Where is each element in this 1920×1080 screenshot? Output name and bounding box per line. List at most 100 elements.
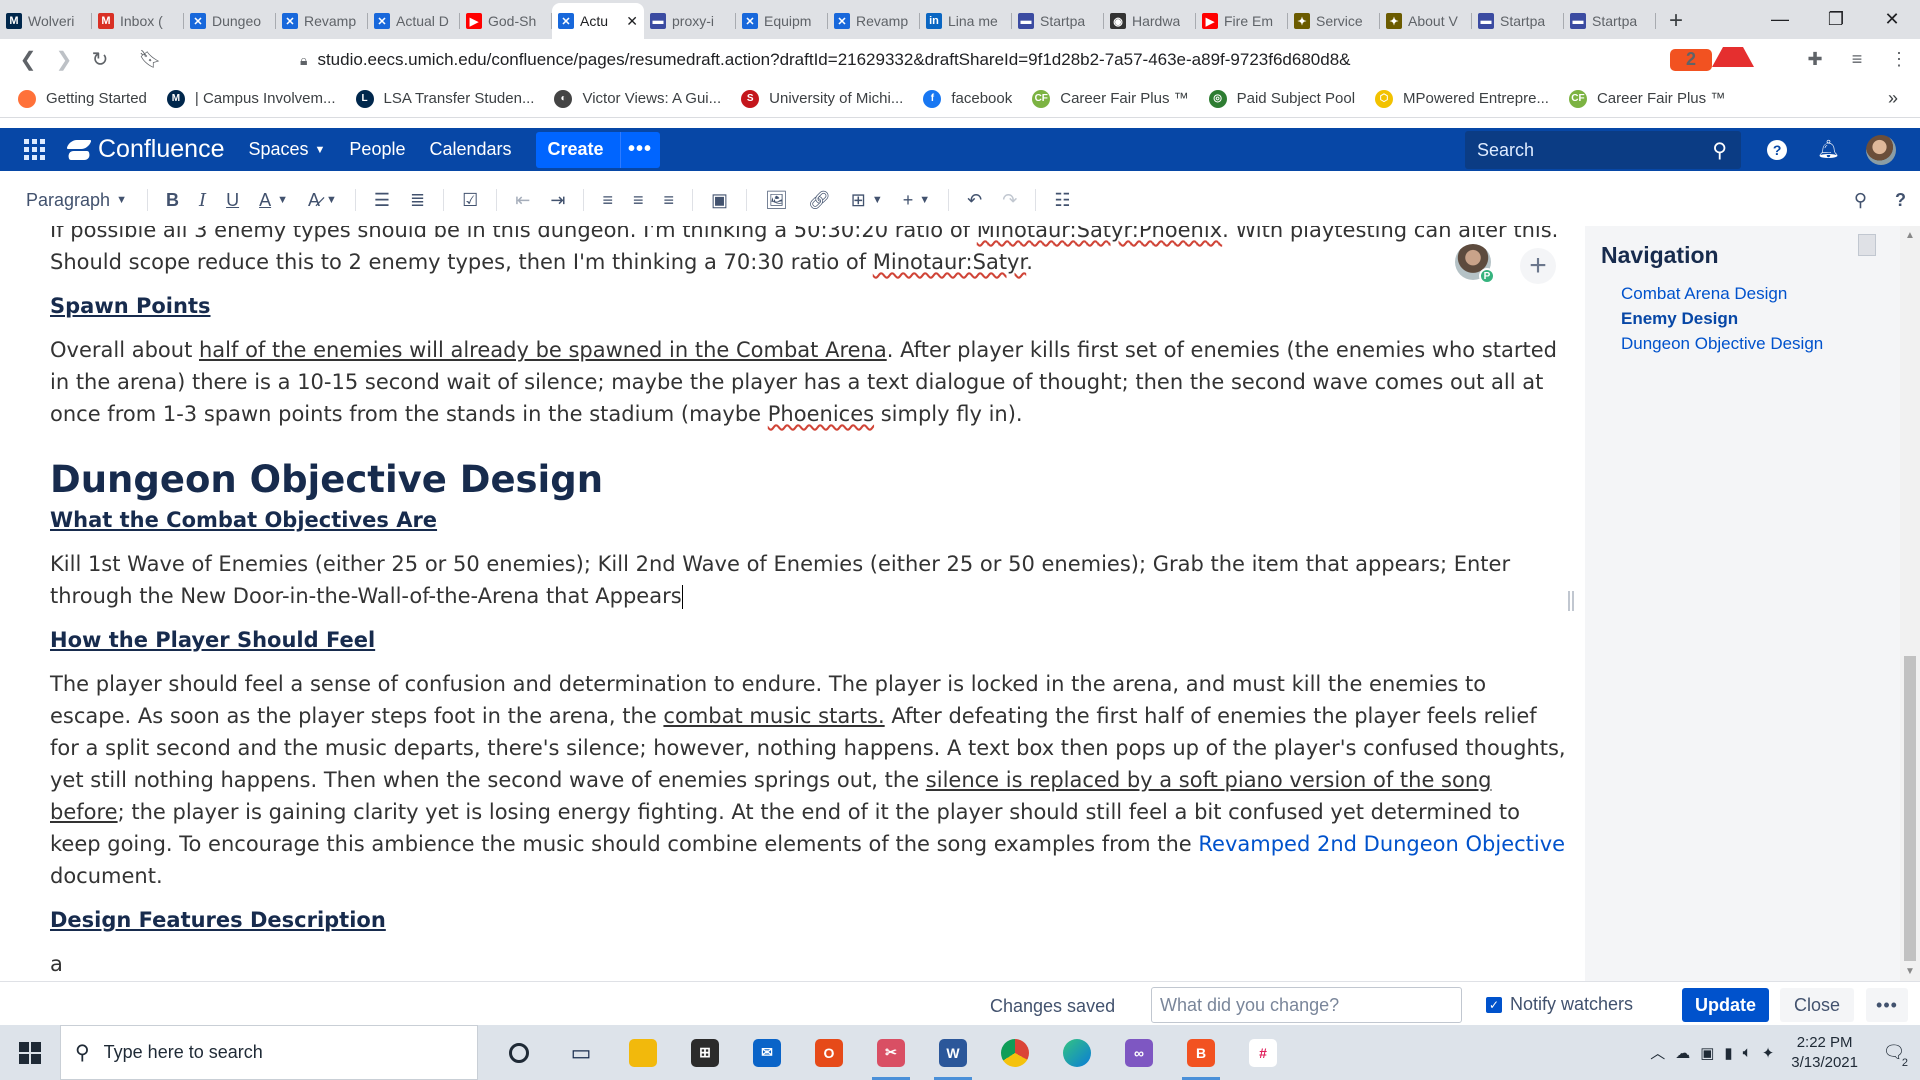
browser-menu-icon[interactable]: ⋮ (1878, 49, 1920, 70)
insert-image-icon[interactable]: 🖼︎ (765, 190, 788, 211)
bookmark-item[interactable]: S University of Michi... (741, 89, 903, 108)
spellcheck-word[interactable]: Minotaur:Satyr:Phoenix (977, 226, 1222, 242)
editor-area[interactable]: If possible all 3 enemy types should be … (0, 226, 1585, 981)
panel-scroll-indicator[interactable] (1858, 234, 1876, 256)
forward-icon[interactable]: ❯ (46, 47, 82, 72)
page-layout-icon[interactable]: ▣ (711, 190, 728, 211)
browser-tab[interactable]: ✕ Revamp (828, 3, 920, 39)
volume-icon[interactable]: 🔈︎ (1743, 1044, 1752, 1061)
bookmark-item[interactable]: f facebook (923, 89, 1012, 108)
back-icon[interactable]: ❮ (10, 47, 46, 72)
task-list-icon[interactable]: ☑ (462, 190, 478, 211)
spellcheck-word[interactable]: Phoenices (768, 402, 874, 426)
more-options-button[interactable]: ••• (1866, 988, 1908, 1022)
browser-tab[interactable]: ✕ Dungeo (184, 3, 276, 39)
store-icon[interactable]: ⊞ (674, 1025, 736, 1080)
text-color-icon[interactable]: A ▼ (259, 190, 288, 211)
new-tab-button[interactable]: + (1656, 3, 1696, 39)
address-bar[interactable]: 🔒︎ studio.eecs.umich.edu/confluence/page… (300, 47, 1351, 73)
file-explorer-icon[interactable] (612, 1025, 674, 1080)
bookmark-item[interactable]: ◐ Victor Views: A Gui... (554, 89, 721, 108)
reading-list-icon[interactable]: ≡ (1836, 49, 1878, 70)
scrollbar-thumb[interactable] (1904, 656, 1916, 961)
browser-tab[interactable]: ▬ Startpa (1012, 3, 1104, 39)
device-icon[interactable]: ▣ (1700, 1044, 1714, 1062)
reload-icon[interactable]: ↻ (82, 47, 118, 72)
scroll-up-icon[interactable]: ▲ (1905, 230, 1915, 241)
align-center-icon[interactable]: ≡ (633, 190, 644, 211)
paragraph-style-select[interactable]: Paragraph ▼ (26, 190, 127, 211)
tray-overflow-icon[interactable]: ︿ (1650, 1042, 1665, 1063)
battery-icon[interactable]: ▮ (1724, 1044, 1732, 1062)
create-button[interactable]: Create (536, 139, 620, 160)
taskbar-clock[interactable]: 2:22 PM 3/13/2021 (1791, 1033, 1858, 1073)
browser-tab[interactable]: ◉ Hardwa (1104, 3, 1196, 39)
insert-link-icon[interactable]: 🔗︎ (808, 190, 831, 211)
onedrive-icon[interactable]: ☁ (1675, 1044, 1690, 1062)
bookmark-item[interactable]: M | Campus Involvem... (166, 89, 336, 108)
nav-people[interactable]: People (349, 139, 405, 160)
align-left-icon[interactable]: ≡ (602, 190, 613, 211)
edge-icon[interactable] (1046, 1025, 1108, 1080)
bookmark-item[interactable]: CF Career Fair Plus ™ (1032, 89, 1189, 108)
start-button[interactable] (0, 1041, 60, 1064)
bookmark-item[interactable]: CF Career Fair Plus ™ (1568, 89, 1725, 108)
nav-calendars[interactable]: Calendars (429, 139, 511, 160)
browser-tab[interactable]: M Inbox ( (92, 3, 184, 39)
notifications-icon[interactable]: 🔔︎ (1817, 139, 1840, 160)
browser-tab[interactable]: ✦ Service (1288, 3, 1380, 39)
brave-rewards-icon[interactable] (1712, 47, 1754, 72)
browser-tab[interactable]: ✕ Equipm (736, 3, 828, 39)
close-window-icon[interactable]: ✕ (1864, 9, 1920, 30)
invite-collaborator-button[interactable]: + (1520, 248, 1556, 284)
action-center-icon[interactable]: 🗨︎ 2 (1874, 1042, 1914, 1069)
find-replace-icon[interactable]: ⚲ (1854, 190, 1867, 211)
table-of-contents-icon[interactable]: ☷ (1054, 190, 1070, 211)
insert-table-icon[interactable]: ⊞ ▼ (851, 190, 883, 211)
help-icon[interactable]: ? (1895, 190, 1906, 211)
bookmark-icon[interactable]: 🔖︎ (132, 49, 168, 70)
snip-sketch-icon[interactable]: ✂ (860, 1025, 922, 1080)
brave-shields-icon[interactable]: 2 (1670, 48, 1712, 71)
search-input[interactable]: Search ⚲ (1465, 131, 1741, 169)
insert-more-icon[interactable]: + ▼ (903, 190, 930, 211)
close-tab-icon[interactable]: ✕ (626, 13, 638, 30)
browser-tab[interactable]: ▬ Startpa (1564, 3, 1656, 39)
dropbox-icon[interactable]: ✦ (1762, 1044, 1775, 1062)
redo-icon[interactable]: ↷ (1002, 190, 1017, 211)
bullet-list-icon[interactable]: ☰ (374, 190, 390, 211)
minimize-icon[interactable]: — (1752, 9, 1808, 30)
browser-tab[interactable]: ✕ Actu ✕ (552, 3, 644, 39)
nav-spaces[interactable]: Spaces ▼ (248, 139, 325, 160)
bookmarks-overflow-icon[interactable]: » (1888, 88, 1898, 109)
avatar[interactable] (1866, 134, 1896, 165)
scroll-down-icon[interactable]: ▼ (1905, 966, 1915, 977)
bookmark-item[interactable]: ◎ Paid Subject Pool (1208, 89, 1355, 108)
undo-icon[interactable]: ↶ (967, 190, 982, 211)
align-right-icon[interactable]: ≡ (663, 190, 674, 211)
close-button[interactable]: Close (1780, 988, 1854, 1022)
browser-tab[interactable]: in Lina me (920, 3, 1012, 39)
app-switcher-icon[interactable] (24, 138, 46, 161)
browser-tab[interactable]: ▬ proxy-i (644, 3, 736, 39)
navigation-link[interactable]: Dungeon Objective Design (1621, 331, 1900, 356)
numbered-list-icon[interactable]: ≣ (410, 190, 425, 211)
italic-icon[interactable]: I (199, 190, 206, 211)
browser-tab[interactable]: ✕ Revamp (276, 3, 368, 39)
bookmark-item[interactable]: ⬡ MPowered Entrepre... (1375, 89, 1549, 108)
collaborator-avatar[interactable]: P (1455, 244, 1495, 284)
browser-tab[interactable]: ▶ Fire Em (1196, 3, 1288, 39)
help-icon[interactable]: ? (1767, 139, 1788, 160)
more-formatting-icon[interactable]: A̷ ▼ (308, 190, 337, 211)
underline-icon[interactable]: U (226, 190, 239, 211)
navigation-link[interactable]: Combat Arena Design (1621, 281, 1900, 306)
navigation-link[interactable]: Enemy Design (1621, 306, 1900, 331)
page-scrollbar[interactable]: ▲ ▼ (1900, 226, 1920, 981)
browser-tab[interactable]: ▬ Startpa (1472, 3, 1564, 39)
page-link[interactable]: Revamped 2nd Dungeon Objective (1198, 832, 1565, 856)
browser-tab[interactable]: ▶ God-Sh (460, 3, 552, 39)
indent-icon[interactable]: ⇥ (550, 190, 565, 211)
browser-tab[interactable]: ✦ About V (1380, 3, 1472, 39)
task-view-icon[interactable]: ▭ (550, 1025, 612, 1080)
visual-studio-icon[interactable]: ∞ (1108, 1025, 1170, 1080)
